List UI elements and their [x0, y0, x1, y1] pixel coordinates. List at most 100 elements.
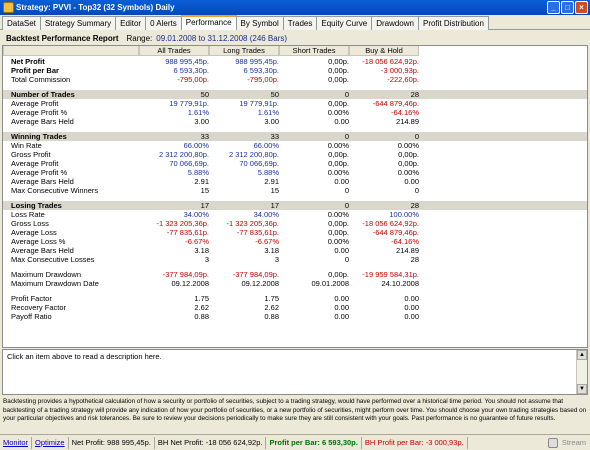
row-value: 0.00: [404, 303, 419, 312]
optimize-link[interactable]: Optimize: [35, 438, 65, 447]
table-row[interactable]: Payoff Ratio 0.88 0.88 0.00 0.00: [3, 312, 587, 321]
row-value: 0.00%: [397, 168, 419, 177]
row-value: 09.01.2008: [311, 279, 349, 288]
row-value: 5.88%: [257, 168, 279, 177]
row-value: 28: [410, 90, 419, 99]
table-row[interactable]: Net Profit 988 995,45p. 988 995,45p. 0,00p.…: [3, 57, 587, 66]
tab-trades[interactable]: Trades: [282, 16, 318, 30]
table-row[interactable]: Total Commission -795,00p. -795,00p. 0,00p.…: [3, 75, 587, 84]
row-value: 50: [200, 90, 209, 99]
net-profit-status: Net Profit: 988 995,45p.: [69, 436, 155, 449]
table-row[interactable]: Average Profit 70 066,69p. 70 066,69p. 0,00…: [3, 159, 587, 168]
table-row[interactable]: Maximum Drawdown -377 984,09p. -377 984,09…: [3, 270, 587, 279]
row-label: Loss Rate: [11, 210, 45, 219]
maximize-icon[interactable]: □: [561, 1, 574, 14]
monitor-link[interactable]: Monitor: [3, 438, 28, 447]
table-row[interactable]: Average Profit % 1.61% 1.61% 0.00% -64.16%: [3, 108, 587, 117]
scroll-up-icon[interactable]: ▲: [577, 350, 587, 360]
table-row[interactable]: Max Consecutive Losses 3 3 0 28: [3, 255, 587, 264]
row-value: -3 000,93p.: [381, 66, 419, 75]
description-panel: Click an item above to read a descriptio…: [2, 349, 588, 395]
row-value: 100.00%: [389, 210, 419, 219]
row-value: 0,00p.: [328, 150, 349, 159]
profit-per-bar-status: Profit per Bar: 6 593,30p.: [266, 436, 362, 449]
table-row[interactable]: Gross Loss -1 323 205,36p. -1 323 205,36p.…: [3, 219, 587, 228]
row-value: 6 593,30p.: [243, 66, 279, 75]
row-value: 34.00%: [253, 210, 279, 219]
table-row[interactable]: Profit Factor 1.75 1.75 0.00 0.00: [3, 294, 587, 303]
tab-by-symbol[interactable]: By Symbol: [235, 16, 284, 30]
table-row[interactable]: Recovery Factor 2.62 2.62 0.00 0.00: [3, 303, 587, 312]
tab-performance[interactable]: Performance: [180, 15, 237, 30]
row-label: Profit per Bar: [11, 66, 59, 75]
tab-strategy-summary[interactable]: Strategy Summary: [39, 16, 117, 30]
table-row[interactable]: Average Profit % 5.88% 5.88% 0.00% 0.00%: [3, 168, 587, 177]
row-value: 1.61%: [187, 108, 209, 117]
stream-label[interactable]: Stream: [562, 438, 586, 447]
table-row[interactable]: Average Bars Held 2.91 2.91 0.00 0.00: [3, 177, 587, 186]
row-value: -795,00p.: [177, 75, 209, 84]
row-label: Average Profit: [11, 159, 59, 168]
column-header[interactable]: Short Trades: [279, 46, 349, 56]
table-row[interactable]: Average Loss -77 835,61p. -77 835,61p. 0,00…: [3, 228, 587, 237]
row-label: Average Profit %: [11, 168, 68, 177]
row-value: -77 835,61p.: [166, 228, 209, 237]
minimize-icon[interactable]: _: [547, 1, 560, 14]
row-value: 0.00%: [327, 141, 349, 150]
row-value: -6.67%: [185, 237, 209, 246]
row-value: 28: [410, 201, 419, 210]
row-value: -644 879,46p.: [372, 99, 419, 108]
row-value: -1 323 205,36p.: [226, 219, 279, 228]
table-row[interactable]: Profit per Bar 6 593,30p. 6 593,30p. 0,00p.…: [3, 66, 587, 75]
title-bar: Strategy: PVVI - Top32 (32 Symbols) Dail…: [0, 0, 590, 15]
tab-editor[interactable]: Editor: [115, 16, 147, 30]
table-row[interactable]: Win Rate 66.00% 66.00% 0.00% 0.00%: [3, 141, 587, 150]
row-value: 2.91: [194, 177, 209, 186]
scroll-down-icon[interactable]: ▼: [577, 384, 587, 394]
row-value: -644 879,46p.: [372, 228, 419, 237]
tab-strip: DataSet Strategy Summary Editor 0 Alerts Per…: [2, 15, 489, 30]
tab-equity-curve[interactable]: Equity Curve: [316, 16, 373, 30]
row-value: 0.88: [194, 312, 209, 321]
row-value: 3.18: [264, 246, 279, 255]
row-label: Average Loss %: [11, 237, 66, 246]
table-row[interactable]: Losing Trades 17 17 0 28: [3, 201, 587, 210]
tab-dataset[interactable]: DataSet: [2, 16, 41, 30]
row-value: 0.00%: [327, 237, 349, 246]
row-label: Payoff Ratio: [11, 312, 52, 321]
table-row[interactable]: Max Consecutive Winners 15 15 0 0: [3, 186, 587, 195]
row-label: Average Profit: [11, 99, 59, 108]
row-value: 0: [414, 132, 419, 141]
bh-net-profit-status: BH Net Profit: -18 056 624,92p.: [155, 436, 267, 449]
table-row[interactable]: Gross Profit 2 312 200,80p. 2 312 200,80p.…: [3, 150, 587, 159]
column-header[interactable]: Long Trades: [209, 46, 279, 56]
row-value: 0: [344, 255, 349, 264]
table-row[interactable]: Loss Rate 34.00% 34.00% 0.00% 100.00%: [3, 210, 587, 219]
row-label: Gross Loss: [11, 219, 49, 228]
row-label: Average Bars Held: [11, 177, 74, 186]
row-value: 0: [344, 201, 349, 210]
table-row[interactable]: Average Profit 19 779,91p. 19 779,91p. 0,00…: [3, 99, 587, 108]
row-value: 0,00p.: [328, 57, 349, 66]
table-row[interactable]: Average Bars Held 3.18 3.18 0.00 214.89: [3, 246, 587, 255]
row-value: 34.00%: [183, 210, 209, 219]
table-row[interactable]: Average Bars Held 3.00 3.00 0.00 214.89: [3, 117, 587, 126]
tab-0-alerts[interactable]: 0 Alerts: [145, 16, 182, 30]
row-value: 3.18: [194, 246, 209, 255]
table-row[interactable]: Average Loss % -6.67% -6.67% 0.00% -64.16%: [3, 237, 587, 246]
tab-profit-distribution[interactable]: Profit Distribution: [417, 16, 489, 30]
row-value: 0: [344, 90, 349, 99]
row-value: 0.88: [264, 312, 279, 321]
table-row[interactable]: Number of Trades 50 50 0 28: [3, 90, 587, 99]
column-header[interactable]: All Trades: [139, 46, 209, 56]
close-icon[interactable]: ×: [575, 1, 588, 14]
table-row[interactable]: Winning Trades 33 33 0 0: [3, 132, 587, 141]
row-value: 0,00p.: [328, 270, 349, 279]
column-header[interactable]: Buy & Hold: [349, 46, 419, 56]
tab-drawdown[interactable]: Drawdown: [371, 16, 419, 30]
row-value: 0.00%: [327, 210, 349, 219]
row-value: 0: [344, 132, 349, 141]
row-value: 0.00%: [327, 168, 349, 177]
description-scrollbar[interactable]: ▲ ▼: [576, 350, 587, 394]
table-row[interactable]: Maximum Drawdown Date 09.12.2008 09.12.200…: [3, 279, 587, 288]
